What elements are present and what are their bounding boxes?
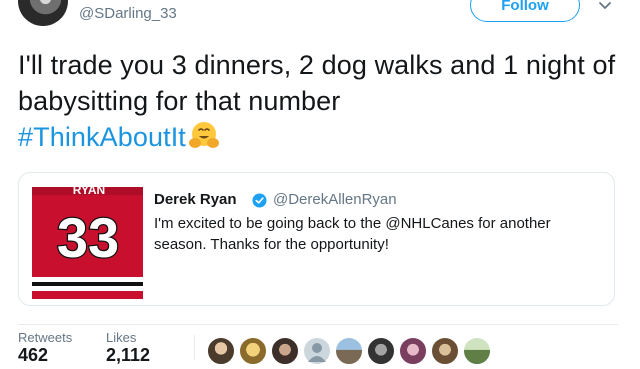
- hugging-face-emoji-icon: [188, 119, 220, 160]
- liker-avatar[interactable]: [302, 336, 332, 366]
- author-handle[interactable]: @SDarling_33: [79, 5, 177, 22]
- follow-button[interactable]: Follow: [470, 0, 580, 22]
- stats-separator: [194, 335, 195, 360]
- tweet-text: I'll trade you 3 dinners, 2 dog walks an…: [18, 47, 618, 160]
- verified-badge-icon: [252, 193, 267, 208]
- chevron-down-icon[interactable]: [598, 0, 612, 12]
- liker-avatar[interactable]: [398, 336, 428, 366]
- liker-avatar[interactable]: [206, 336, 236, 366]
- liker-avatar[interactable]: [270, 336, 300, 366]
- quoted-tweet-card[interactable]: RYAN 33 Derek Ryan @DerekAllenRyan I'm e…: [18, 172, 615, 306]
- retweets-label[interactable]: Retweets: [18, 330, 72, 345]
- liker-avatar[interactable]: [238, 336, 268, 366]
- hashtag-link[interactable]: #ThinkAboutIt: [18, 122, 186, 152]
- quoted-tweet-text: I'm excited to be going back to the @NHL…: [154, 215, 551, 253]
- jersey-image[interactable]: RYAN 33: [32, 187, 143, 299]
- stats-divider: [18, 324, 618, 325]
- quoted-author-name[interactable]: Derek Ryan: [154, 191, 237, 208]
- jersey-number-text: 33: [57, 206, 119, 269]
- likes-count[interactable]: 2,112: [106, 345, 150, 366]
- tweet-body: I'll trade you 3 dinners, 2 dog walks an…: [18, 50, 616, 116]
- author-avatar[interactable]: [18, 0, 68, 26]
- quoted-author-handle[interactable]: @DerekAllenRyan: [273, 191, 397, 208]
- retweets-count[interactable]: 462: [18, 345, 48, 366]
- default-user-icon: [308, 343, 326, 362]
- liker-avatar[interactable]: [334, 336, 364, 366]
- liker-avatar[interactable]: [366, 336, 396, 366]
- liker-avatar[interactable]: [430, 336, 460, 366]
- liker-avatar[interactable]: [462, 336, 492, 366]
- jersey-name-text: RYAN: [73, 187, 105, 197]
- likes-label[interactable]: Likes: [106, 330, 136, 345]
